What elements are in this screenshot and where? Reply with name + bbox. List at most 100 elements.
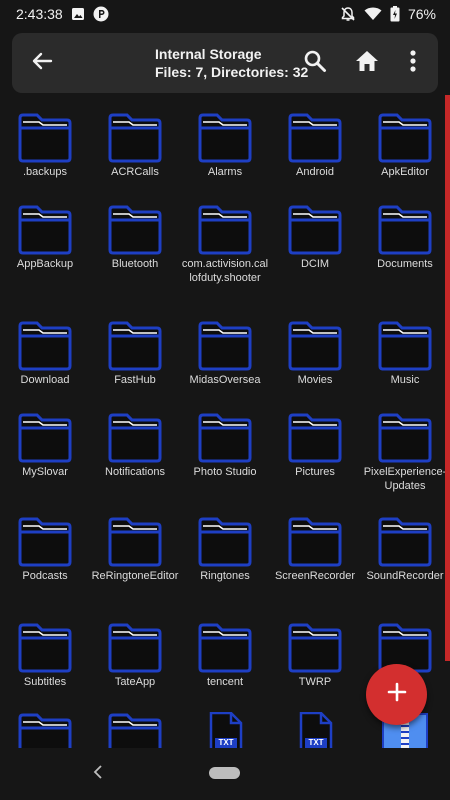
folder-item[interactable]: Android — [270, 112, 360, 180]
folder-icon — [17, 412, 73, 464]
folder-icon — [287, 516, 343, 568]
folder-label: PixelExperience-Updates — [363, 466, 447, 492]
folder-icon — [107, 320, 163, 372]
file-item[interactable]: TXT — [180, 711, 270, 748]
folder-icon — [107, 204, 163, 256]
folder-icon — [107, 516, 163, 568]
folder-item[interactable]: Music — [360, 320, 450, 388]
folder-icon — [197, 320, 253, 372]
file-item[interactable]: TXT — [270, 711, 360, 748]
folder-item[interactable]: FastHub — [90, 320, 180, 388]
folder-label: AppBackup — [16, 258, 74, 270]
folder-label: Documents — [377, 258, 433, 270]
folder-item[interactable]: MySlovar — [0, 412, 90, 480]
folder-item[interactable]: ACRCalls — [90, 112, 180, 180]
folder-icon — [287, 320, 343, 372]
folder-item[interactable]: Pictures — [270, 412, 360, 480]
folder-icon — [107, 712, 163, 748]
folder-label: Download — [20, 374, 70, 386]
folder-label: Notifications — [105, 466, 165, 478]
file-grid: .backups ACRCalls Alarms Android ApkEditor Ap… — [0, 0, 450, 748]
folder-icon — [377, 320, 433, 372]
folder-item[interactable]: Alarms — [180, 112, 270, 180]
folder-item[interactable] — [0, 712, 90, 748]
folder-label: TateApp — [114, 676, 156, 688]
folder-icon — [287, 112, 343, 164]
folder-icon — [377, 204, 433, 256]
folder-label: Pictures — [295, 466, 335, 478]
folder-icon — [17, 112, 73, 164]
folder-icon — [377, 412, 433, 464]
folder-label: ReRingtoneEditor — [91, 570, 179, 582]
folder-label: MySlovar — [22, 466, 68, 478]
folder-item[interactable]: Subtitles — [0, 622, 90, 690]
folder-icon — [107, 412, 163, 464]
folder-label: Android — [296, 166, 334, 178]
folder-label: Movies — [297, 374, 333, 386]
plus-icon — [387, 682, 407, 707]
folder-icon — [17, 516, 73, 568]
folder-label: Bluetooth — [111, 258, 159, 270]
folder-label: Photo Studio — [193, 466, 257, 478]
folder-item[interactable]: DCIM — [270, 204, 360, 272]
folder-label: ScreenRecorder — [274, 570, 356, 582]
folder-item[interactable]: com.activision.callofduty.shooter — [180, 204, 270, 285]
folder-label: .backups — [22, 166, 68, 178]
folder-label: SoundRecorder — [366, 570, 444, 582]
folder-item[interactable]: Ringtones — [180, 516, 270, 584]
folder-label: Podcasts — [22, 570, 68, 582]
folder-label: MidasOversea — [189, 374, 261, 386]
folder-label: Alarms — [207, 166, 243, 178]
txt-badge: TXT — [308, 738, 324, 747]
folder-item[interactable]: SoundRecorder — [360, 516, 450, 584]
nav-back-chevron-icon — [93, 764, 103, 784]
folder-icon — [197, 622, 253, 674]
folder-item[interactable]: Documents — [360, 204, 450, 272]
folder-icon — [107, 112, 163, 164]
folder-label: DCIM — [300, 258, 330, 270]
folder-icon — [17, 204, 73, 256]
folder-item[interactable]: ReRingtoneEditor — [90, 516, 180, 584]
folder-item[interactable]: ScreenRecorder — [270, 516, 360, 584]
folder-item[interactable]: ApkEditor — [360, 112, 450, 180]
add-fab-button[interactable] — [366, 664, 427, 725]
folder-item[interactable]: Photo Studio — [180, 412, 270, 480]
folder-label: Music — [390, 374, 420, 386]
folder-icon — [287, 412, 343, 464]
folder-item[interactable]: Notifications — [90, 412, 180, 480]
scrollbar[interactable] — [445, 95, 450, 661]
folder-icon — [197, 412, 253, 464]
folder-icon — [107, 622, 163, 674]
folder-item[interactable]: Bluetooth — [90, 204, 180, 272]
nav-back-button[interactable] — [88, 762, 108, 786]
folder-item[interactable]: .backups — [0, 112, 90, 180]
folder-icon — [287, 204, 343, 256]
folder-item[interactable]: Download — [0, 320, 90, 388]
folder-icon — [17, 622, 73, 674]
folder-item[interactable]: TWRP — [270, 622, 360, 690]
folder-item[interactable] — [90, 712, 180, 748]
folder-label: FastHub — [114, 374, 156, 386]
folder-label: ApkEditor — [381, 166, 429, 178]
folder-label: ACRCalls — [111, 166, 159, 178]
folder-label: Ringtones — [200, 570, 250, 582]
folder-item[interactable]: tencent — [180, 622, 270, 690]
folder-item[interactable]: Podcasts — [0, 516, 90, 584]
folder-icon — [197, 112, 253, 164]
folder-item[interactable]: AppBackup — [0, 204, 90, 272]
folder-icon — [197, 204, 253, 256]
folder-item[interactable]: TateApp — [90, 622, 180, 690]
folder-label: tencent — [206, 676, 244, 688]
folder-label: Subtitles — [23, 676, 67, 688]
folder-item[interactable]: PixelExperience-Updates — [360, 412, 450, 493]
folder-icon — [17, 712, 73, 748]
folder-item[interactable]: Movies — [270, 320, 360, 388]
folder-icon — [197, 516, 253, 568]
folder-icon — [287, 622, 343, 674]
folder-icon — [17, 320, 73, 372]
nav-home-pill[interactable] — [209, 767, 240, 779]
folder-icon — [377, 516, 433, 568]
navigation-bar — [0, 748, 450, 800]
folder-label: TWRP — [298, 676, 332, 688]
folder-item[interactable]: MidasOversea — [180, 320, 270, 388]
